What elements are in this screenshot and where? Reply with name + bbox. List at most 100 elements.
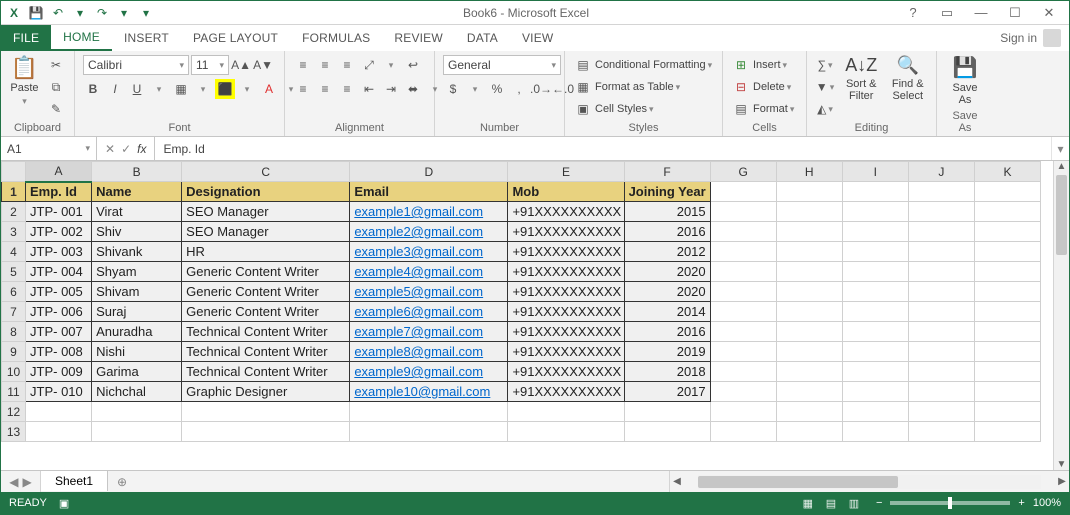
cell[interactable]	[908, 262, 974, 282]
cell[interactable]	[974, 322, 1040, 342]
row-header[interactable]: 11	[2, 382, 26, 402]
cell-mobile[interactable]: +91XXXXXXXXXX	[508, 242, 624, 262]
cell-year[interactable]: 2016	[624, 222, 710, 242]
cell[interactable]	[710, 222, 776, 242]
row-header[interactable]: 7	[2, 302, 26, 322]
col-header-I[interactable]: I	[842, 162, 908, 182]
cell-name[interactable]: Garima	[92, 362, 182, 382]
close-icon[interactable]: ✕	[1035, 5, 1063, 21]
name-box[interactable]: A1▾	[1, 137, 97, 160]
cell-designation[interactable]: Generic Content Writer	[182, 282, 350, 302]
email-link[interactable]: example5@gmail.com	[354, 284, 483, 299]
cell-empid[interactable]: JTP- 008	[26, 342, 92, 362]
cell-mobile[interactable]: +91XXXXXXXXXX	[508, 222, 624, 242]
tab-insert[interactable]: INSERT	[112, 25, 181, 51]
align-bottom-icon[interactable]: ≡	[337, 55, 357, 75]
cell-name[interactable]: Suraj	[92, 302, 182, 322]
scroll-right-icon[interactable]: ▶	[1055, 476, 1069, 487]
cell-empid[interactable]: JTP- 007	[26, 322, 92, 342]
cell-mobile[interactable]: +91XXXXXXXXXX	[508, 362, 624, 382]
cell[interactable]	[974, 262, 1040, 282]
select-all-cell[interactable]	[2, 162, 26, 182]
fill-color-icon[interactable]: ⬛	[215, 79, 235, 99]
align-left-icon[interactable]: ≡	[293, 79, 313, 99]
enter-formula-icon[interactable]: ✓	[121, 142, 131, 156]
merge-center-icon[interactable]: ⬌	[403, 79, 423, 99]
new-sheet-button[interactable]: ⊕	[108, 471, 136, 492]
cell[interactable]	[842, 422, 908, 442]
header-cell[interactable]: Name	[92, 182, 182, 202]
cancel-formula-icon[interactable]: ✕	[105, 142, 115, 156]
tab-view[interactable]: VIEW	[510, 25, 565, 51]
email-link[interactable]: example2@gmail.com	[354, 224, 483, 239]
cell[interactable]	[710, 282, 776, 302]
cell-mobile[interactable]: +91XXXXXXXXXX	[508, 202, 624, 222]
sign-in[interactable]: Sign in	[992, 25, 1069, 51]
underline-button[interactable]: U	[127, 79, 147, 99]
col-header-C[interactable]: C	[182, 162, 350, 182]
worksheet-grid[interactable]: A B C D E F G H I J K 1Emp. IdNameDesign…	[1, 161, 1053, 470]
delete-cells-button[interactable]: ⊟Delete▾	[731, 77, 791, 97]
bold-button[interactable]: B	[83, 79, 103, 99]
conditional-formatting-button[interactable]: ▤Conditional Formatting▾	[573, 55, 712, 75]
cell[interactable]	[710, 362, 776, 382]
header-cell[interactable]: Designation	[182, 182, 350, 202]
orientation-dropdown[interactable]: ▾	[381, 55, 401, 75]
tab-data[interactable]: DATA	[455, 25, 510, 51]
cell[interactable]	[350, 402, 508, 422]
align-right-icon[interactable]: ≡	[337, 79, 357, 99]
cell[interactable]	[842, 242, 908, 262]
cell-email[interactable]: example10@gmail.com	[350, 382, 508, 402]
cell-designation[interactable]: SEO Manager	[182, 222, 350, 242]
cell[interactable]	[842, 342, 908, 362]
cell-designation[interactable]: Technical Content Writer	[182, 362, 350, 382]
cell-email[interactable]: example1@gmail.com	[350, 202, 508, 222]
cell-year[interactable]: 2017	[624, 382, 710, 402]
cell-mobile[interactable]: +91XXXXXXXXXX	[508, 302, 624, 322]
cell[interactable]	[974, 222, 1040, 242]
row-header[interactable]: 5	[2, 262, 26, 282]
italic-button[interactable]: I	[105, 79, 125, 99]
cell-designation[interactable]: Graphic Designer	[182, 382, 350, 402]
cell[interactable]	[842, 282, 908, 302]
header-cell[interactable]: Email	[350, 182, 508, 202]
cell-email[interactable]: example3@gmail.com	[350, 242, 508, 262]
decrease-font-icon[interactable]: A▼	[253, 55, 273, 75]
cell[interactable]	[710, 322, 776, 342]
cell[interactable]	[842, 262, 908, 282]
row-header[interactable]: 3	[2, 222, 26, 242]
cell[interactable]	[776, 322, 842, 342]
cell[interactable]	[908, 362, 974, 382]
cell-styles-button[interactable]: ▣Cell Styles▾	[573, 99, 654, 119]
cell[interactable]	[842, 382, 908, 402]
cell-empid[interactable]: JTP- 002	[26, 222, 92, 242]
autosum-icon[interactable]: ∑▾	[815, 55, 835, 75]
email-link[interactable]: example8@gmail.com	[354, 344, 483, 359]
email-link[interactable]: example4@gmail.com	[354, 264, 483, 279]
macro-record-icon[interactable]: ▣	[59, 497, 69, 510]
row-header[interactable]: 10	[2, 362, 26, 382]
cell-year[interactable]: 2020	[624, 262, 710, 282]
cell[interactable]	[710, 262, 776, 282]
cell[interactable]	[776, 242, 842, 262]
cell-empid[interactable]: JTP- 004	[26, 262, 92, 282]
cell[interactable]	[92, 402, 182, 422]
header-cell[interactable]: Emp. Id	[26, 182, 92, 202]
col-header-H[interactable]: H	[776, 162, 842, 182]
cell[interactable]	[974, 402, 1040, 422]
cell[interactable]	[908, 202, 974, 222]
col-header-D[interactable]: D	[350, 162, 508, 182]
currency-icon[interactable]: $	[443, 79, 463, 99]
cell-name[interactable]: Shivank	[92, 242, 182, 262]
cell[interactable]	[182, 422, 350, 442]
normal-view-icon[interactable]: ▦	[798, 497, 818, 510]
format-as-table-button[interactable]: ▦Format as Table▾	[573, 77, 680, 97]
cell-name[interactable]: Virat	[92, 202, 182, 222]
sheet-tab-active[interactable]: Sheet1	[41, 470, 108, 491]
cell[interactable]	[974, 382, 1040, 402]
cell-year[interactable]: 2014	[624, 302, 710, 322]
cell[interactable]	[842, 322, 908, 342]
scroll-left-icon[interactable]: ◀	[670, 476, 684, 487]
row-header[interactable]: 6	[2, 282, 26, 302]
cell[interactable]	[710, 242, 776, 262]
